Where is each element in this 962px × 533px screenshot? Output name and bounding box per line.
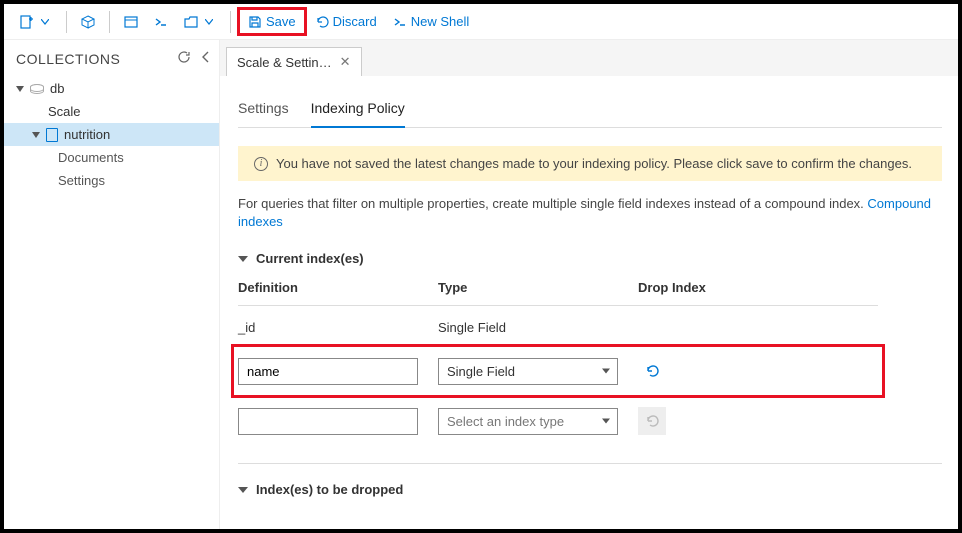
index-row-highlighted: Single Field xyxy=(232,345,884,397)
tree-scale[interactable]: Scale xyxy=(4,100,219,123)
sidebar-title: COLLECTIONS xyxy=(16,51,120,67)
info-icon: i xyxy=(254,157,268,171)
undo-icon xyxy=(644,413,660,429)
index-row: _id Single Field xyxy=(238,310,878,345)
separator xyxy=(230,11,231,33)
folder-icon xyxy=(184,15,198,29)
discard-button[interactable]: Discard xyxy=(307,10,385,33)
close-icon[interactable]: ✕ xyxy=(340,54,351,70)
chevron-down-icon xyxy=(238,256,248,262)
collection-icon xyxy=(46,128,58,142)
type-value: Single Field xyxy=(438,320,638,335)
undo-button-disabled xyxy=(638,407,666,435)
db-label: db xyxy=(50,81,64,96)
folder-button[interactable] xyxy=(176,11,224,33)
section-drop-indexes[interactable]: Index(es) to be dropped xyxy=(238,482,942,497)
col-type: Type xyxy=(438,280,638,295)
chevron-down-icon xyxy=(38,15,52,29)
editor-tab[interactable]: Scale & Settin… ✕ xyxy=(226,47,362,76)
cube-button[interactable] xyxy=(73,11,103,33)
type-select[interactable]: Select an index type xyxy=(438,408,618,435)
index-table: Definition Type Drop Index _id Single Fi… xyxy=(238,280,878,445)
undo-icon xyxy=(644,363,660,379)
definition-input[interactable] xyxy=(238,358,418,385)
refresh-icon[interactable] xyxy=(177,50,191,67)
banner-text: You have not saved the latest changes ma… xyxy=(276,156,912,171)
save-button[interactable]: Save xyxy=(237,7,307,36)
shell-icon xyxy=(393,15,407,29)
collection-label: nutrition xyxy=(64,127,110,142)
tab-label: Scale & Settin… xyxy=(237,55,332,70)
separator xyxy=(66,11,67,33)
database-icon xyxy=(30,84,44,94)
cube-icon xyxy=(81,15,95,29)
documents-label: Documents xyxy=(58,150,124,165)
chevron-down-icon xyxy=(202,15,216,29)
type-select[interactable]: Single Field xyxy=(438,358,618,385)
new-doc-button[interactable] xyxy=(12,11,60,33)
discard-label: Discard xyxy=(333,14,377,29)
new-shell-label: New Shell xyxy=(411,14,470,29)
panel-button[interactable] xyxy=(116,11,146,33)
col-drop: Drop Index xyxy=(638,280,798,295)
chevron-down-icon xyxy=(238,487,248,493)
undo-button[interactable] xyxy=(638,357,666,385)
tree-settings[interactable]: Settings xyxy=(4,169,219,192)
tab-indexing-policy[interactable]: Indexing Policy xyxy=(311,94,405,128)
tree-db[interactable]: db xyxy=(4,77,219,100)
shell-icon xyxy=(154,15,168,29)
def-value: _id xyxy=(238,320,438,335)
editor-tabstrip: Scale & Settin… ✕ xyxy=(220,40,958,76)
shell-button[interactable] xyxy=(146,11,176,33)
definition-input[interactable] xyxy=(238,408,418,435)
save-label: Save xyxy=(266,14,296,29)
caret-icon xyxy=(32,132,40,138)
save-icon xyxy=(248,15,262,29)
index-row-empty: Select an index type xyxy=(238,397,878,445)
new-doc-icon xyxy=(20,15,34,29)
sidebar: COLLECTIONS db Scale nutrition D xyxy=(4,40,220,529)
col-definition: Definition xyxy=(238,280,438,295)
caret-icon xyxy=(16,86,24,92)
divider xyxy=(238,463,942,464)
undo-icon xyxy=(315,15,329,29)
scale-label: Scale xyxy=(48,104,81,119)
tree-collection[interactable]: nutrition xyxy=(4,123,219,146)
tab-settings[interactable]: Settings xyxy=(238,94,289,127)
new-shell-button[interactable]: New Shell xyxy=(385,10,478,33)
collapse-icon[interactable] xyxy=(201,50,211,67)
separator xyxy=(109,11,110,33)
unsaved-banner: i You have not saved the latest changes … xyxy=(238,146,942,181)
settings-label: Settings xyxy=(58,173,105,188)
panel-icon xyxy=(124,15,138,29)
section-current-indexes[interactable]: Current index(es) xyxy=(238,251,942,266)
description: For queries that filter on multiple prop… xyxy=(238,195,942,231)
tree-documents[interactable]: Documents xyxy=(4,146,219,169)
